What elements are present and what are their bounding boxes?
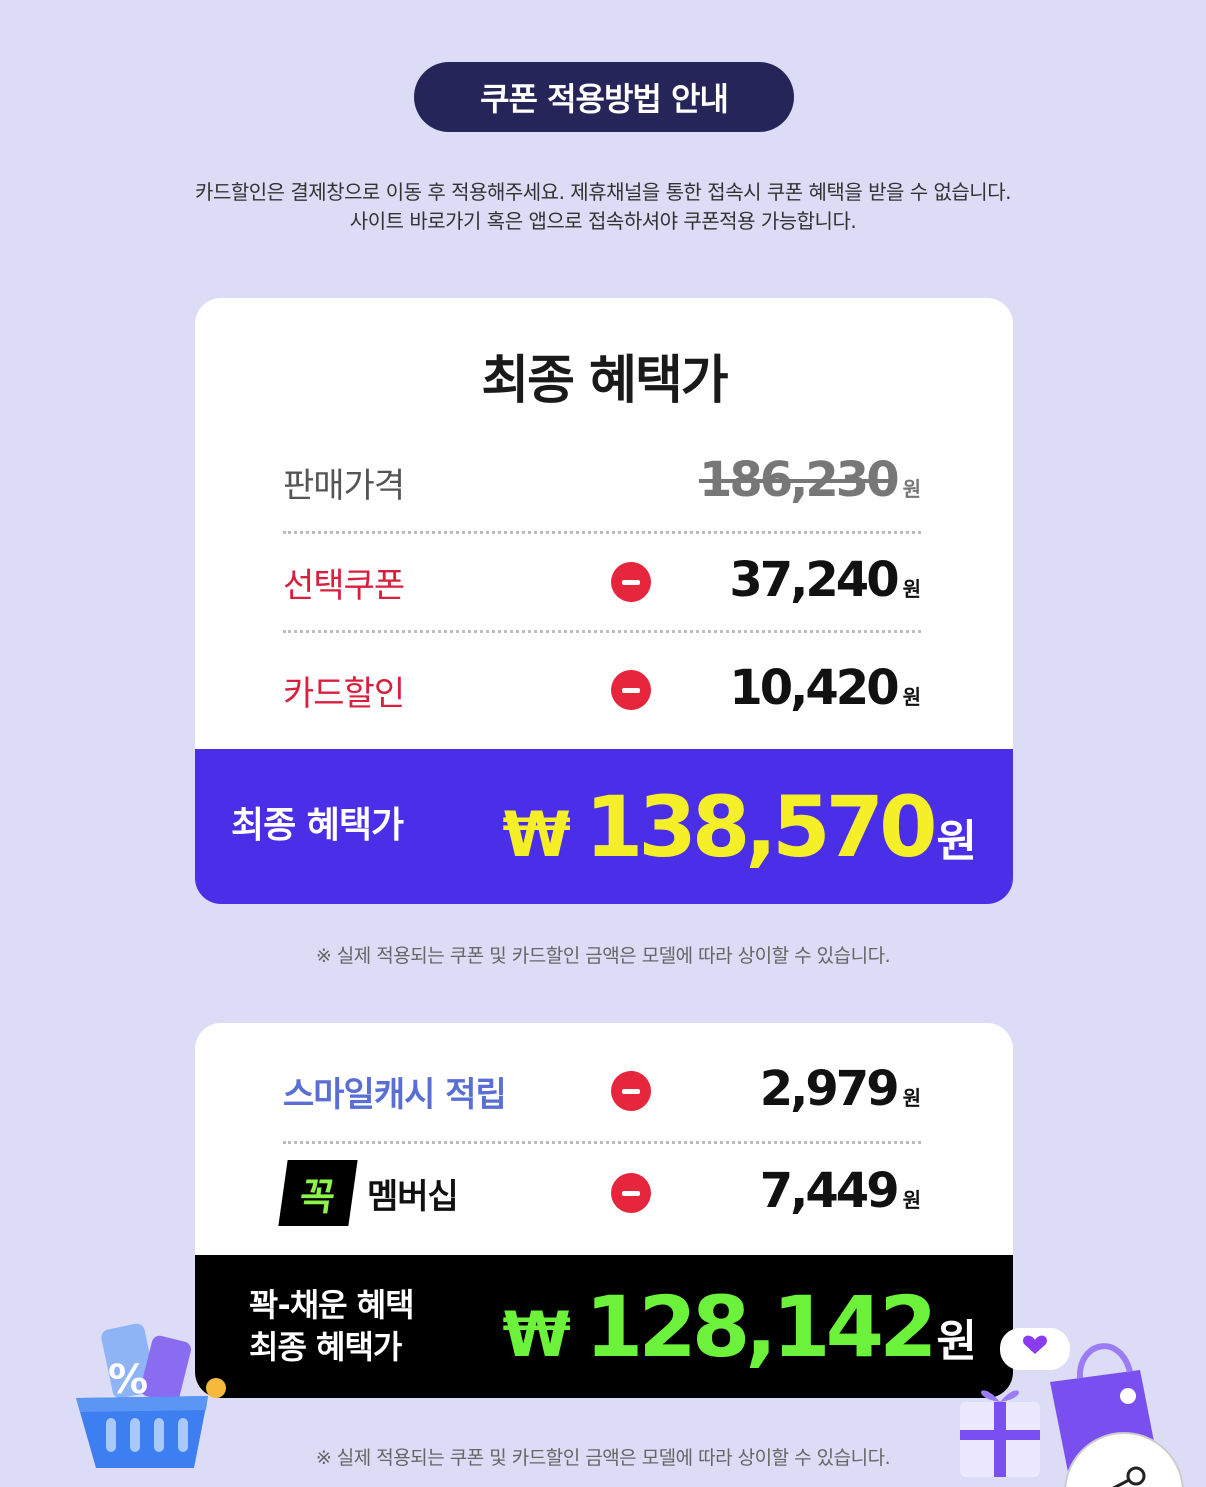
share-icon [1112,1466,1146,1487]
divider [283,1141,921,1144]
sale-price-unit: 원 [902,477,921,501]
smile-cash-value: 2,979 [759,1061,900,1117]
full-benefit-value: 128,142 [584,1277,938,1376]
final-price-card: 최종 혜택가 판매가격 186,230 원 선택쿠폰 37,240 원 카드할인… [195,298,1013,904]
coupon-row: 선택쿠폰 37,240 원 [283,542,921,622]
final-price-value: 138,570 [584,777,938,876]
notice-line-2: 사이트 바로가기 혹은 앱으로 접속하셔야 쿠폰적용 가능합니다. [349,209,857,233]
card-discount-value: 10,420 [729,660,899,716]
sale-price-row: 판매가격 186,230 원 [283,442,921,522]
kkok-logo: 꼭 [278,1160,358,1226]
smile-cash-unit: 원 [902,1086,921,1110]
divider [283,630,921,633]
minus-circle-icon [611,1071,651,1111]
smile-cash-row: 스마일캐시 적립 2,979 원 [283,1051,921,1131]
minus-circle-icon [611,1173,651,1213]
share-button[interactable] [1064,1432,1184,1487]
coupon-guide-pill: 쿠폰 적용방법 안내 [414,62,794,132]
membership-row: 꼭 멤버십 7,449 원 [278,1153,921,1233]
card-discount-amount: 10,420 원 [729,660,921,716]
full-benefit-band: 꽉-채운 혜택 최종 혜택가 ₩ 128,142 원 [195,1255,1013,1398]
minus-circle-icon [611,562,651,602]
full-benefit-label-line1: 꽉-채운 혜택 [249,1285,415,1324]
final-price-amount: ₩ 138,570 원 [503,778,977,876]
final-price-band: 최종 혜택가 ₩ 138,570 원 [195,749,1013,904]
card-discount-row: 카드할인 10,420 원 [283,650,921,730]
full-benefit-amount: ₩ 128,142 원 [503,1278,977,1376]
card-discount-unit: 원 [902,685,921,709]
coupon-amount: 37,240 원 [729,552,921,608]
coupon-label: 선택쿠폰 [283,565,405,606]
footnote-1: ※ 실제 적용되는 쿠폰 및 카드할인 금액은 모델에 따라 상이할 수 있습니… [315,945,891,967]
membership-unit: 원 [902,1188,921,1212]
membership-value: 7,449 [759,1163,900,1219]
sale-price-value: 186,230 [698,452,900,508]
coupon-value: 37,240 [729,552,899,608]
membership-amount: 7,449 원 [760,1163,921,1219]
membership-benefit-card: 스마일캐시 적립 2,979 원 꼭 멤버십 7,449 원 꽉-채운 혜택 최… [195,1023,1013,1398]
basket-icon: % [76,1323,226,1468]
divider [283,531,921,534]
final-price-unit: 원 [936,815,977,867]
membership-label: 멤버십 [367,1176,459,1217]
coupon-unit: 원 [902,577,921,601]
card-discount-label: 카드할인 [283,673,405,714]
won-currency-symbol: ₩ [502,797,571,871]
card-title: 최종 혜택가 [481,351,728,411]
minus-circle-icon [611,670,651,710]
sale-price-label: 판매가격 [283,465,405,506]
sale-price-amount: 186,230 원 [699,452,921,508]
full-benefit-label: 꽉-채운 혜택 최종 혜택가 [249,1285,415,1368]
full-benefit-label-line2: 최종 혜택가 [249,1327,402,1366]
smile-cash-label: 스마일캐시 적립 [283,1074,507,1115]
svg-text:%: % [108,1357,148,1403]
won-currency-symbol: ₩ [502,1297,571,1371]
final-price-label: 최종 혜택가 [231,805,404,847]
smile-cash-amount: 2,979 원 [760,1061,921,1117]
notice-line-1: 카드할인은 결제창으로 이동 후 적용해주세요. 제휴채널을 통한 접속시 쿠폰… [195,180,1011,204]
